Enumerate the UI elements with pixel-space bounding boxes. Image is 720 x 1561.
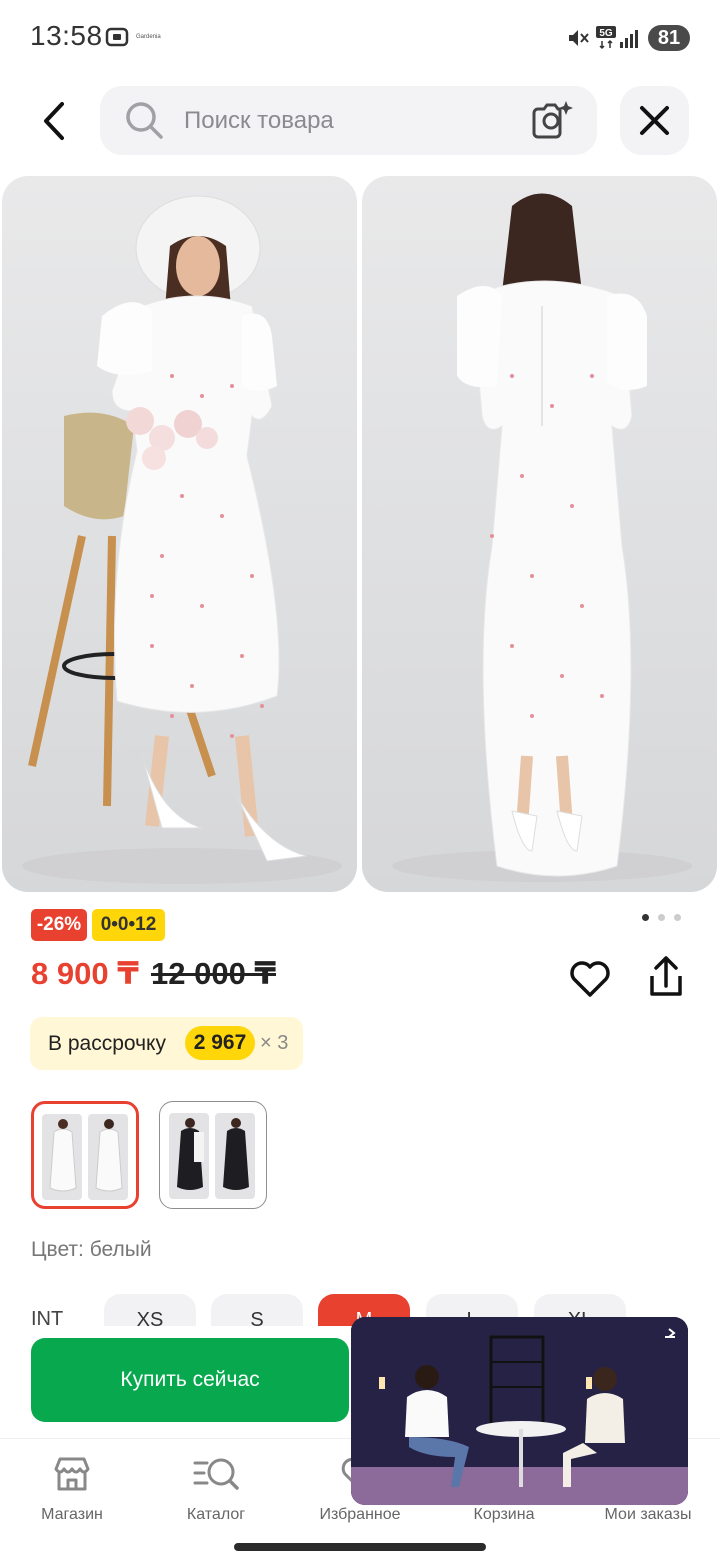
search-icon: [126, 102, 163, 139]
svg-text:5G: 5G: [599, 28, 613, 39]
app-mini-icon: Gardenia: [136, 34, 161, 40]
favorite-button[interactable]: [566, 955, 614, 1003]
search-input[interactable]: Поиск товара: [184, 107, 334, 135]
share-button[interactable]: [642, 954, 690, 1002]
signal-5g-icon: 5G: [596, 26, 638, 50]
nav-item-store[interactable]: Магазин: [0, 1439, 144, 1539]
close-icon: [640, 106, 669, 135]
nav-label: Каталог: [186, 1506, 246, 1523]
nav-label: Корзина: [473, 1506, 535, 1523]
pager-dot: [674, 914, 681, 921]
podcast-video-frame: [351, 1317, 688, 1505]
pager-dot-active: [642, 914, 649, 921]
nav-label: Избранное: [319, 1506, 401, 1523]
installment-label: В рассрочку: [48, 1032, 166, 1055]
back-button[interactable]: [30, 96, 80, 146]
nav-item-catalog[interactable]: Каталог: [144, 1439, 288, 1539]
installment-amount: 2 967: [185, 1026, 255, 1060]
current-price: 8 900 ₸: [31, 956, 139, 991]
buy-now-button[interactable]: Купить сейчас: [31, 1338, 349, 1422]
camera-search-icon[interactable]: [530, 99, 574, 141]
mute-icon: [569, 30, 589, 46]
old-price: 12 000 ₸: [151, 956, 276, 991]
screenshot-icon: [105, 27, 129, 47]
discount-badge: -26%: [31, 909, 87, 941]
chevron-left-icon: [44, 102, 64, 140]
heart-icon: [570, 961, 610, 997]
nav-label: Мои заказы: [604, 1506, 692, 1523]
pager-dot: [658, 914, 665, 921]
size-option-xs[interactable]: XS: [104, 1294, 196, 1326]
nav-label: Магазин: [41, 1506, 103, 1523]
share-icon: [650, 956, 682, 996]
product-image-back[interactable]: [362, 176, 717, 892]
search-bar[interactable]: Поиск товара: [100, 86, 597, 155]
installment-multiplier: × 3: [260, 1032, 289, 1054]
dress-front-photo: [22, 195, 342, 884]
status-time: 13:58: [30, 20, 103, 51]
store-icon: [54, 1457, 90, 1491]
color-variant-white[interactable]: [31, 1101, 139, 1209]
battery-indicator: 81: [648, 25, 690, 51]
installment-badge: 0•0•12: [92, 909, 165, 941]
size-system-label: INT: [31, 1308, 64, 1326]
white-dress-thumbnail: [42, 1114, 128, 1200]
catalog-search-icon: [193, 1458, 239, 1490]
floating-video-player[interactable]: [351, 1317, 688, 1505]
product-image-front[interactable]: [2, 176, 357, 892]
color-variant-black[interactable]: [159, 1101, 267, 1209]
status-bar: 13:58 Gardenia 5G 81: [0, 0, 720, 76]
home-indicator[interactable]: [234, 1543, 486, 1551]
installment-block[interactable]: В рассрочку 2 967 × 3: [30, 1017, 303, 1070]
size-option-s[interactable]: S: [211, 1294, 303, 1326]
dress-back-photo: [392, 193, 692, 882]
black-dress-thumbnail: [169, 1113, 255, 1199]
color-label: Цвет: белый: [31, 1238, 152, 1261]
close-button[interactable]: [620, 86, 689, 155]
